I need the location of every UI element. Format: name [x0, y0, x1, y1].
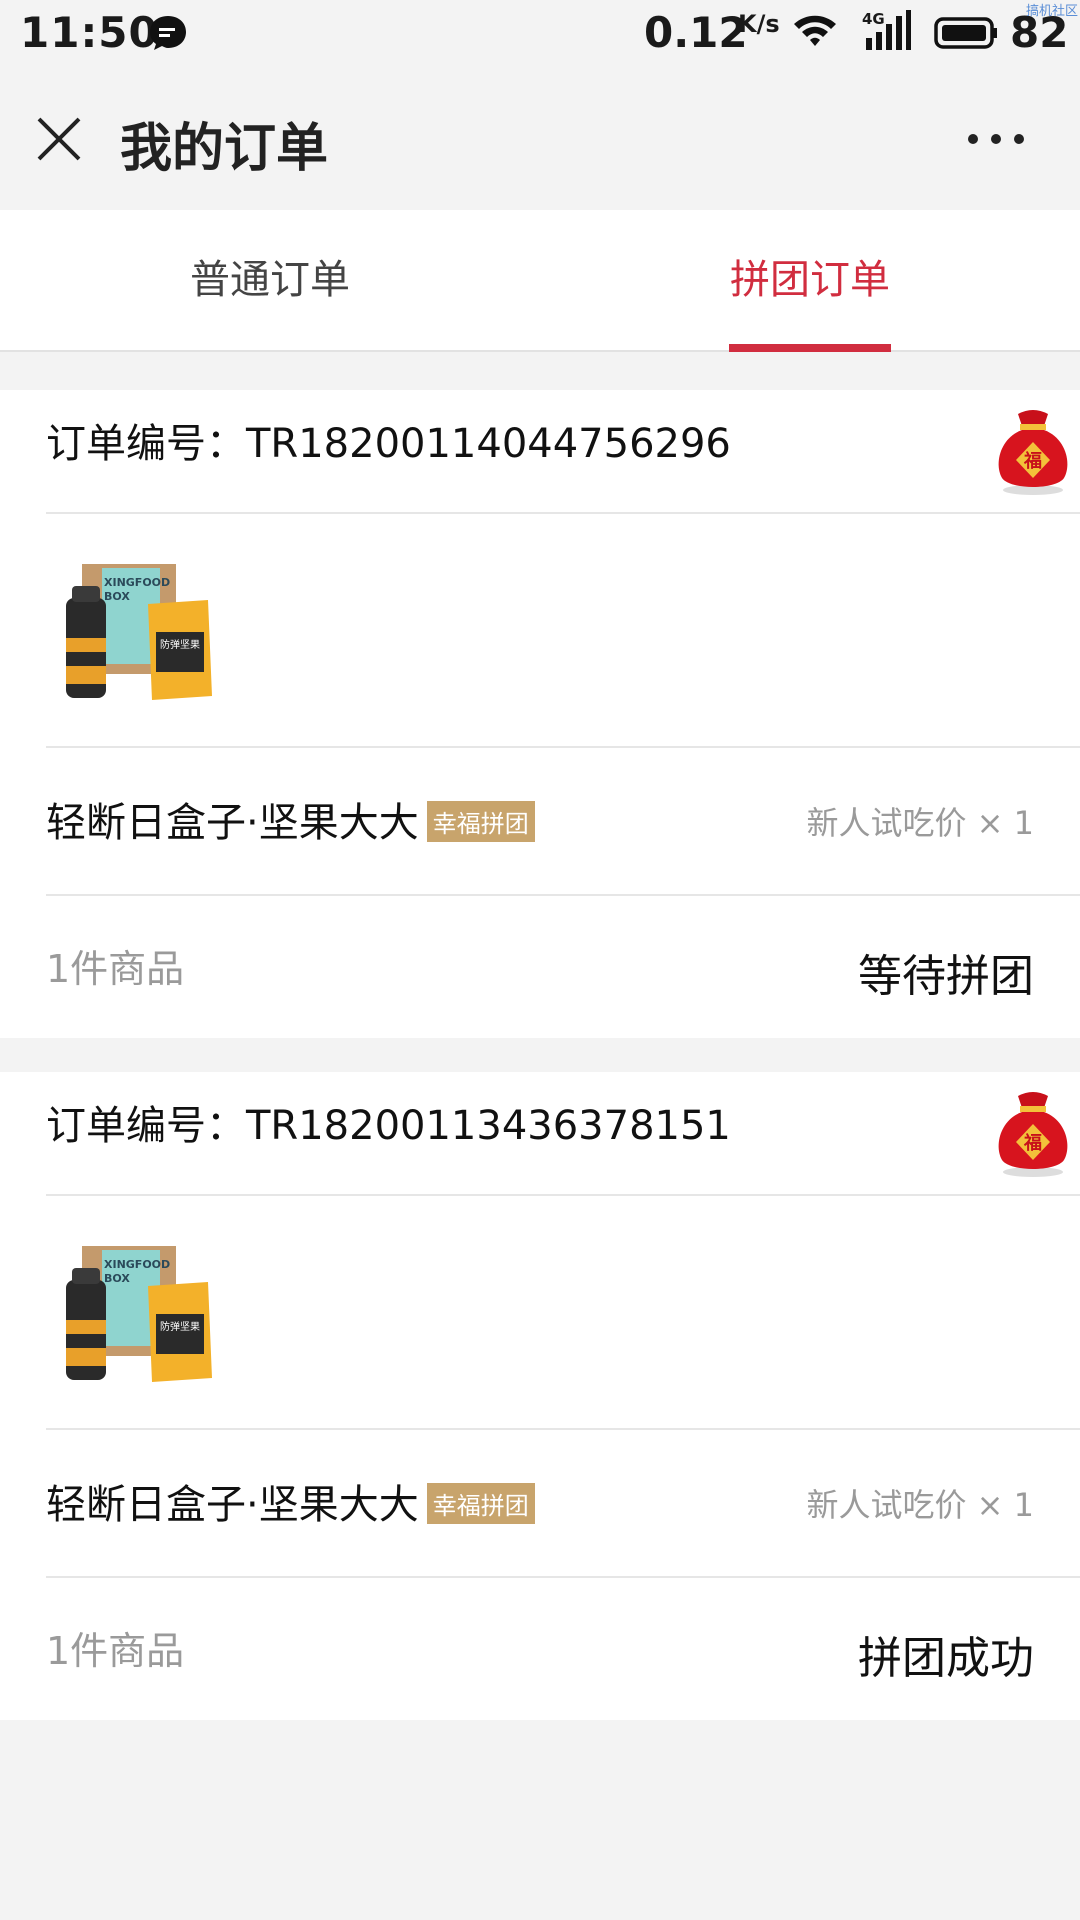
product-image[interactable]: XINGFOOD BOX 防弹坚果 — [56, 1240, 216, 1390]
message-icon — [150, 16, 186, 50]
svg-text:福: 福 — [1023, 450, 1042, 472]
active-tab-indicator — [729, 344, 891, 352]
tab-normal-orders[interactable]: 普通订单 — [0, 210, 540, 350]
divider — [46, 894, 1080, 896]
divider — [46, 512, 1080, 514]
order-number: 订单编号：TR18200114044756296 — [46, 421, 731, 467]
group-buy-badge: 幸福拼团 — [426, 800, 535, 842]
status-bar: 11:50 0.12 K/s 4G 82 搞机社区 — [0, 0, 1080, 66]
watermark: 搞机社区 — [1025, 4, 1078, 19]
svg-text:福: 福 — [1023, 1132, 1042, 1154]
product-price-qty: 新人试吃价 × 1 — [806, 804, 1034, 842]
box-label-line1: XINGFOOD — [104, 576, 170, 589]
divider — [46, 1428, 1080, 1430]
group-buy-badge: 幸福拼团 — [426, 1482, 535, 1524]
product-name: 轻断日盒子·坚果大大 — [46, 1482, 419, 1528]
item-count: 1件商品 — [46, 1629, 185, 1673]
order-number: 订单编号：TR18200113436378151 — [46, 1103, 731, 1149]
nav-bar: 我的订单 — [0, 66, 1080, 210]
order-card[interactable]: 订单编号：TR18200113436378151 福 XINGFOOD BOX … — [0, 1072, 1080, 1720]
pouch-label: 防弹坚果 — [160, 638, 200, 651]
product-name-row: 轻断日盒子·坚果大大 幸福拼团 — [46, 1472, 535, 1530]
divider — [46, 746, 1080, 748]
divider — [46, 1194, 1080, 1196]
product-price-qty: 新人试吃价 × 1 — [806, 1486, 1034, 1524]
page-title: 我的订单 — [120, 119, 329, 179]
status-time: 11:50 — [20, 8, 159, 57]
order-card[interactable]: 订单编号：TR18200114044756296 福 XINGFOOD BOX … — [0, 390, 1080, 1038]
order-tabs: 普通订单 拼团订单 — [0, 210, 1080, 352]
signal-icon — [866, 10, 911, 50]
order-status: 拼团成功 — [858, 1633, 1034, 1684]
fortune-bag-icon: 福 — [998, 1092, 1068, 1177]
product-name: 轻断日盒子·坚果大大 — [46, 800, 419, 846]
box-label-line2: BOX — [104, 1272, 130, 1285]
product-image[interactable]: XINGFOOD BOX 防弹坚果 — [56, 558, 216, 708]
box-label-line1: XINGFOOD — [104, 1258, 170, 1271]
wifi-icon — [794, 15, 836, 46]
more-icon[interactable] — [966, 132, 1026, 146]
divider — [46, 1576, 1080, 1578]
pouch-label: 防弹坚果 — [160, 1320, 200, 1333]
fortune-bag-icon: 福 — [998, 410, 1068, 495]
tab-group-orders[interactable]: 拼团订单 — [540, 210, 1080, 350]
network-speed-unit: K/s — [738, 10, 780, 38]
network-speed: 0.12 — [644, 8, 748, 57]
item-count: 1件商品 — [46, 947, 185, 991]
order-status: 等待拼团 — [858, 951, 1034, 1002]
close-icon[interactable] — [34, 114, 84, 164]
box-label-line2: BOX — [104, 590, 130, 603]
product-name-row: 轻断日盒子·坚果大大 幸福拼团 — [46, 790, 535, 848]
battery-icon — [934, 17, 997, 49]
